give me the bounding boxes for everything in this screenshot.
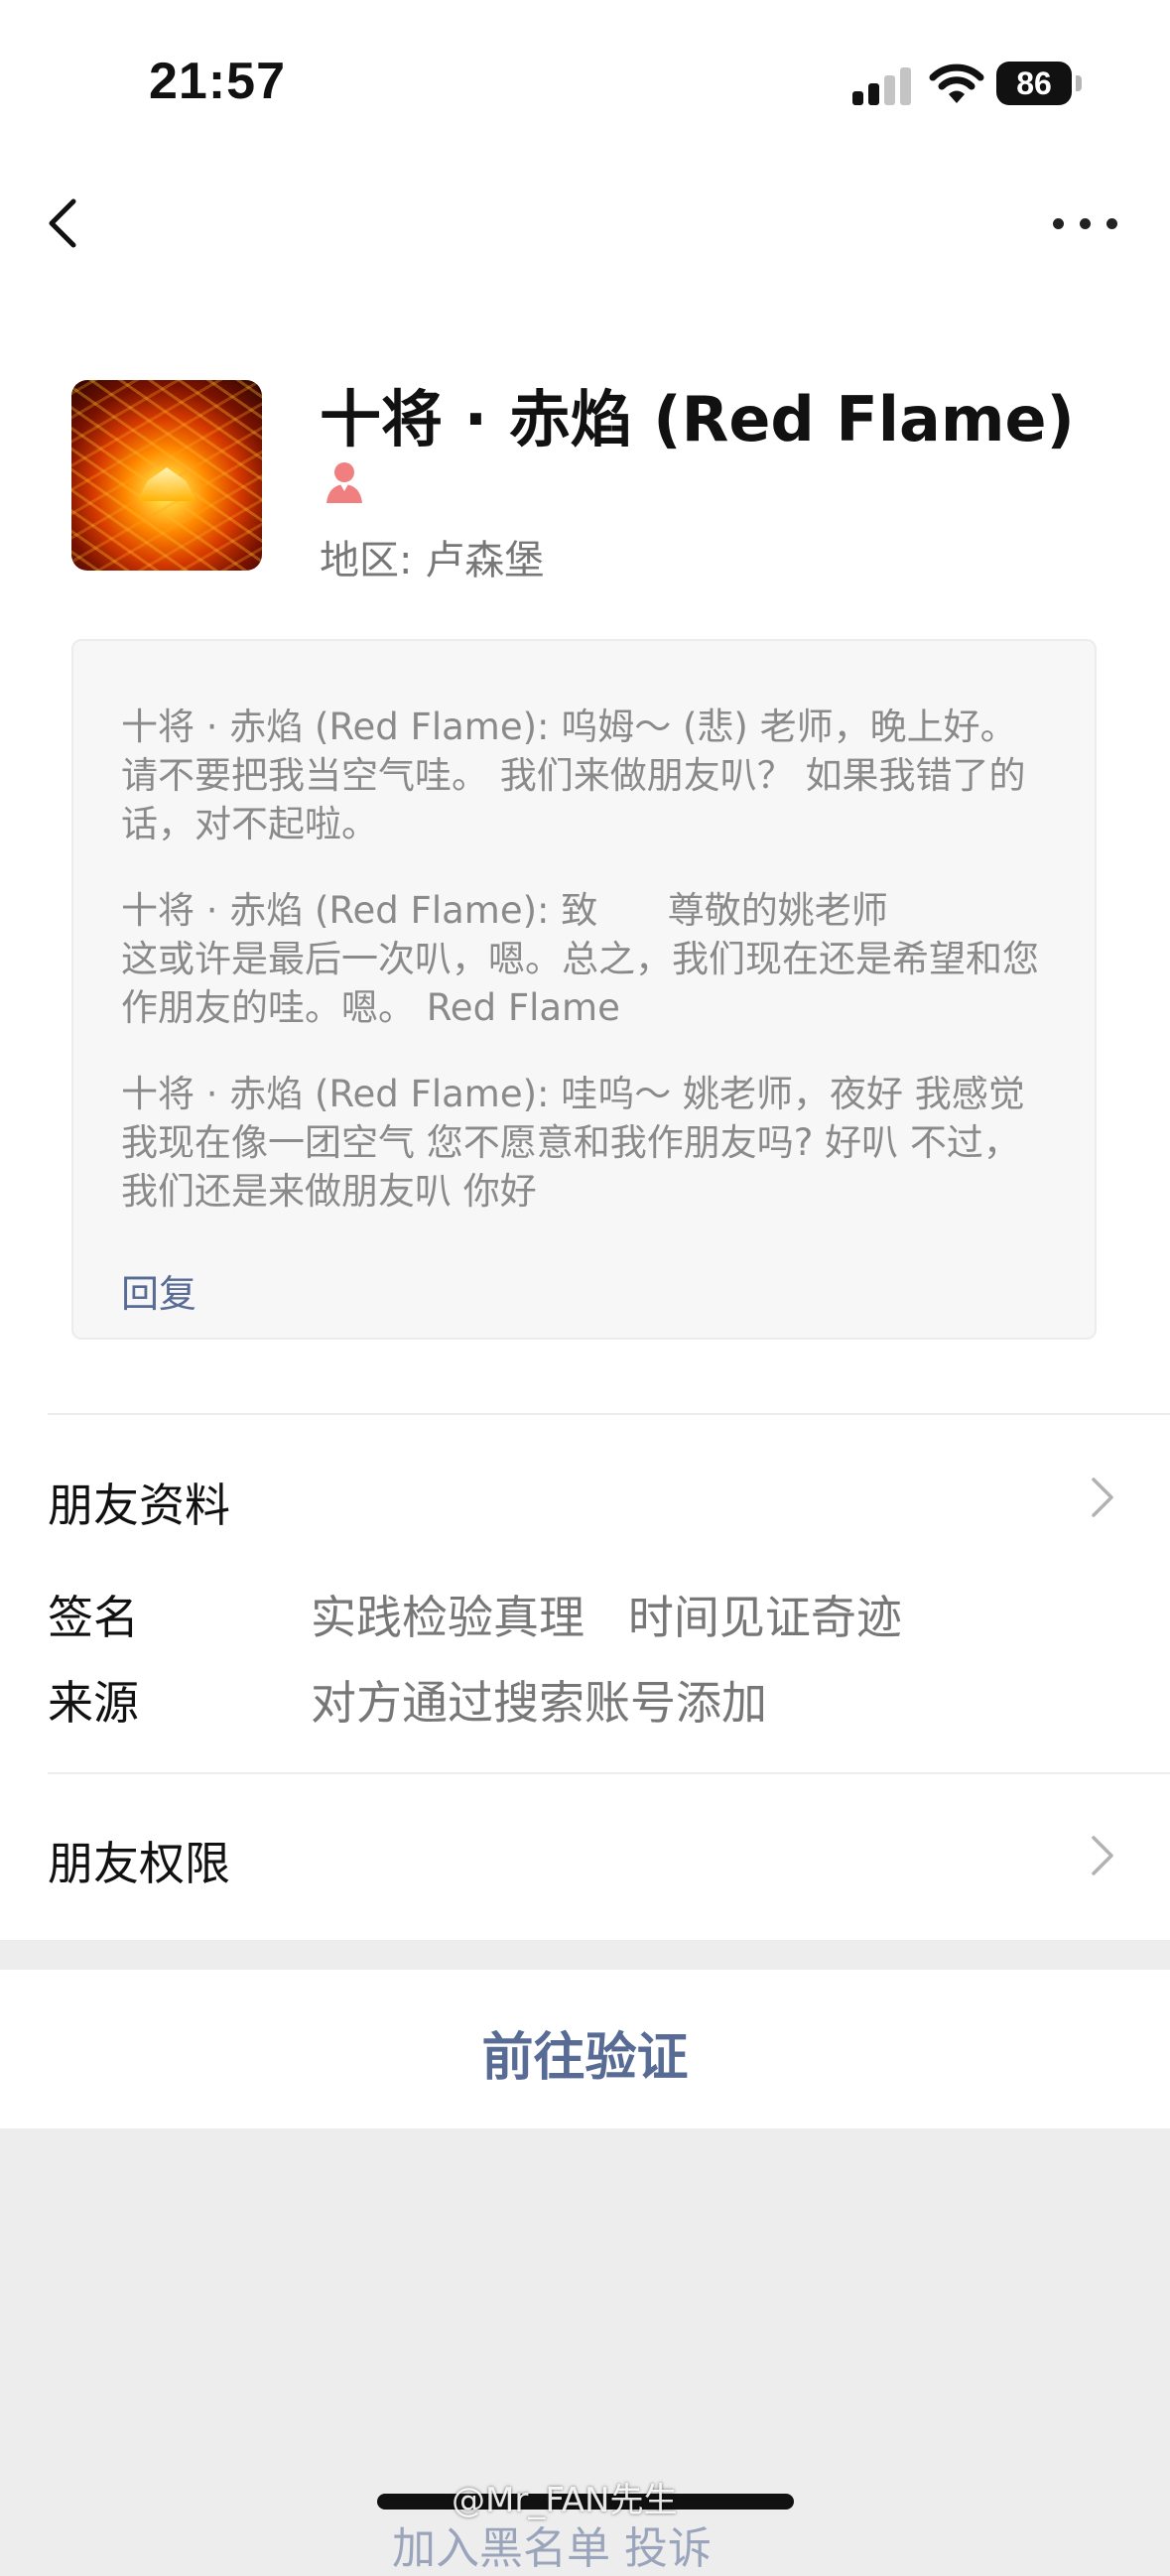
wifi-icon: [929, 64, 984, 103]
region-text: 地区: 卢森堡: [320, 538, 545, 583]
battery-level: 86: [1016, 65, 1052, 101]
chevron-left-icon[interactable]: [40, 193, 89, 253]
go-verify-button[interactable]: 前往验证: [481, 2015, 688, 2090]
greeting-messages-box: 十将 · 赤焰 (Red Flame): 呜姆～ (悲) 老师，晚上好。 请不要…: [71, 639, 1097, 1340]
more-dots-icon[interactable]: [1051, 208, 1120, 238]
profile-name: 十将 · 赤焰 (Red Flame): [320, 383, 1075, 455]
source-value: 对方通过搜索账号添加: [311, 1676, 767, 1730]
greeting-message: 十将 · 赤焰 (Red Flame): 呜姆～ (悲) 老师，晚上好。 请不要…: [121, 706, 1029, 845]
greeting-message: 十将 · 赤焰 (Red Flame): 致 尊敬的姚老师 这或许是最后一次叭，…: [121, 889, 1039, 1029]
friend-permissions-row[interactable]: 朋友权限: [48, 1828, 230, 1893]
source-label: 来源: [48, 1676, 139, 1730]
reply-link[interactable]: 回复: [121, 1263, 196, 1318]
battery-cap: [1076, 75, 1082, 91]
status-time: 21:57: [149, 53, 286, 110]
divider: [48, 1413, 1170, 1415]
battery-icon: 86: [996, 62, 1072, 105]
signature-value: 实践检验真理 时间见证奇迹: [311, 1591, 902, 1644]
signature-label: 签名: [48, 1591, 139, 1644]
cellular-signal-icon: [852, 67, 912, 105]
divider: [48, 1772, 1170, 1774]
friend-profile-row[interactable]: 朋友资料: [48, 1470, 230, 1535]
watermark-text: @Mr_FAN先生: [452, 2481, 678, 2520]
chevron-right-icon: [1092, 1478, 1113, 1517]
avatar[interactable]: [71, 380, 262, 571]
verify-bar: 前往验证: [0, 1970, 1170, 2128]
chevron-right-icon: [1092, 1836, 1113, 1875]
greeting-message: 十将 · 赤焰 (Red Flame): 哇呜～ 姚老师，夜好 我感觉我现在像一…: [121, 1073, 1025, 1213]
blacklist-report-text[interactable]: 加入黑名单 投诉: [392, 2512, 712, 2576]
female-user-icon: [326, 462, 362, 503]
